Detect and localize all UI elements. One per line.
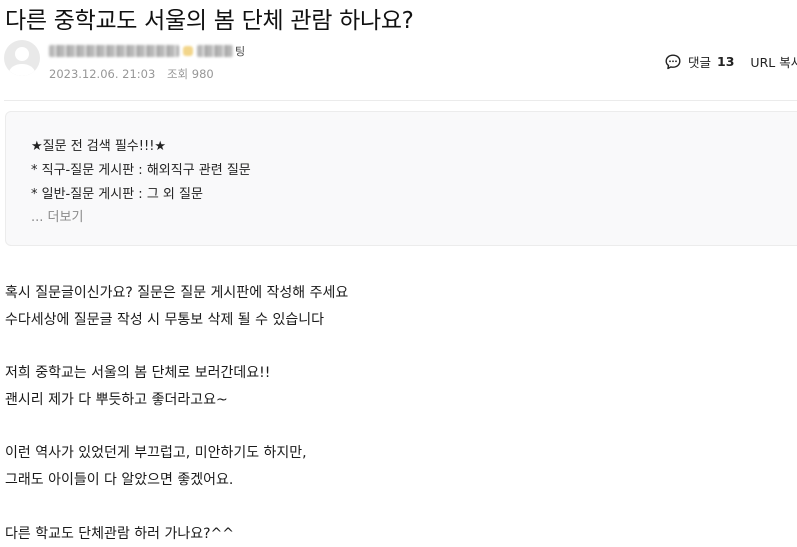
author-info[interactable]: 팅 [49,42,245,60]
comment-count[interactable]: 13 [717,54,734,69]
notice-more-link[interactable]: ... 더보기 [31,206,83,225]
notice-line: * 직구-질문 게시판 : 해외직구 관련 질문 [31,163,251,178]
post-meta: 2023.12.06. 21:03 조회 980 [49,66,214,82]
notice-line: * 일반-질문 게시판 : 그 외 질문 [31,187,203,202]
content-line: 이런 역사가 있었던게 부끄럽고, 미안하기도 하지만, [5,445,307,461]
member-rank-suffix: 팅 [235,45,246,58]
post-title: 다른 중학교도 서울의 봄 단체 관람 하나요? [5,8,414,34]
author-avatar[interactable] [4,40,40,76]
post-page: 다른 중학교도 서울의 봄 단체 관람 하나요? 팅 2023.12.06. 2… [0,0,797,547]
post-date: 2023.12.06. 21:03 [49,67,156,81]
header-divider [4,100,797,101]
content-line: 수다세상에 질문글 작성 시 무통보 삭제 될 수 있습니다 [5,312,324,328]
comment-icon[interactable] [664,53,682,71]
post-actions: 댓글 13 URL 복사 [664,52,797,71]
content-line: 혹시 질문글이신가요? 질문은 질문 게시판에 작성해 주세요 [5,285,349,301]
content-line: 괜시리 제가 다 뿌듯하고 좋더라고요~ [5,392,228,408]
content-line: 다른 학교도 단체관람 하러 가나요?^^ [5,526,235,542]
url-copy-button[interactable]: URL 복사 [750,52,797,71]
content-line: 그래도 아이들이 다 알았으면 좋겠어요. [5,472,234,488]
comment-label[interactable]: 댓글 [688,52,711,71]
content-line: 저희 중학교는 서울의 봄 단체로 보러간데요!! [5,365,271,381]
notice-line: ★질문 전 검색 필수!!!★ [31,139,167,154]
member-rank-blurred [197,45,233,57]
default-profile-icon [9,47,35,76]
member-badge-icon [183,46,193,56]
author-nickname-blurred[interactable] [49,45,179,57]
board-notice-box: ★질문 전 검색 필수!!!★ * 직구-질문 게시판 : 해외직구 관련 질문… [5,111,797,246]
post-views: 조회 980 [166,67,214,81]
